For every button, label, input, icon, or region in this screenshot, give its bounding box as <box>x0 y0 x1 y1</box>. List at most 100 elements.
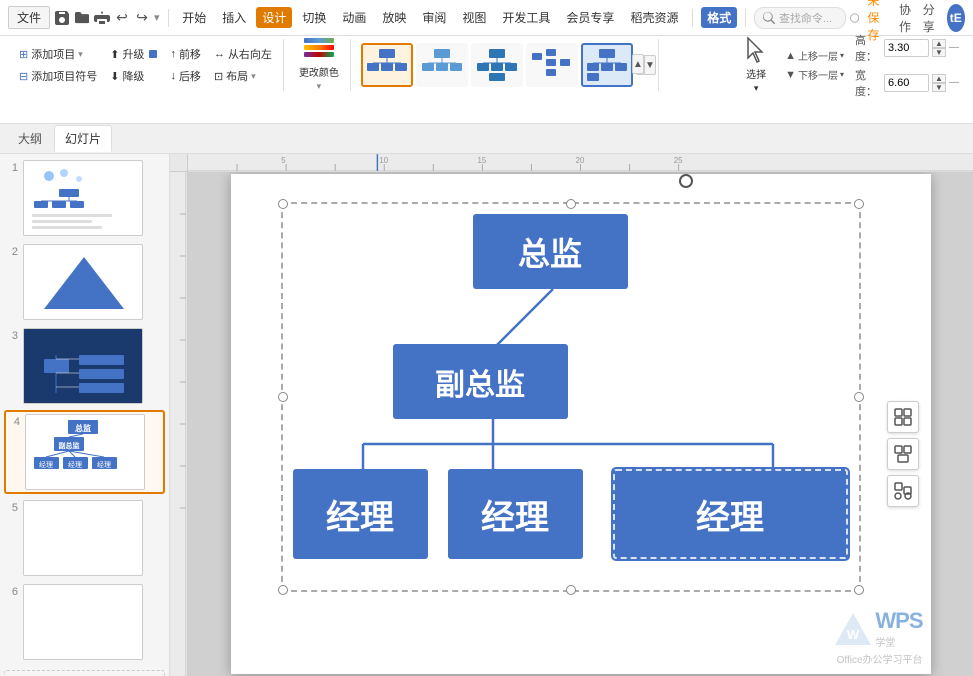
scroll-down-btn[interactable]: ▼ <box>644 55 656 75</box>
left-right-btn[interactable]: ↔ 从右向左 <box>209 44 277 64</box>
smartart-style-3[interactable] <box>471 43 523 87</box>
slide-thumb-3[interactable] <box>23 328 143 404</box>
cooperate-btn[interactable]: 协作 <box>899 1 915 35</box>
slide-item-3[interactable]: 3 <box>4 326 165 406</box>
scroll-up-btn[interactable]: ▲ <box>632 54 644 74</box>
view-tabs: 大纲 幻灯片 <box>0 124 973 154</box>
context-btn-3[interactable] <box>887 475 919 507</box>
handle-ml[interactable] <box>278 392 288 402</box>
share-btn[interactable]: 分享 <box>923 1 939 35</box>
context-btn-2[interactable] <box>887 438 919 470</box>
menu-view[interactable]: 视图 <box>456 7 492 28</box>
slide-panel: 1 <box>0 154 170 676</box>
upgrade-btn[interactable]: ⬆ 升级 <box>105 44 162 64</box>
open-icon-btn[interactable] <box>74 7 90 29</box>
move-up-layer-btn[interactable]: ▲ 上移一层 ▾ <box>782 47 847 64</box>
add-item-btn[interactable]: ⊞ 添加项目 ▾ <box>14 44 102 64</box>
layout-btn[interactable]: ⊡ 布局 ▾ <box>209 66 277 86</box>
svg-text:15: 15 <box>477 156 486 165</box>
slide-item-6[interactable]: 6 <box>4 582 165 662</box>
menu-insert[interactable]: 插入 <box>216 7 252 28</box>
handle-tl[interactable] <box>278 199 288 209</box>
smartart-style-1[interactable] <box>361 43 413 87</box>
smartart-scroll-up[interactable]: ▲ ▼ <box>636 55 652 75</box>
menu-switch[interactable]: 切换 <box>296 7 332 28</box>
move-up-btn[interactable]: ↑ 前移 <box>165 44 206 64</box>
print-icon-btn[interactable] <box>94 7 110 29</box>
rotation-handle[interactable] <box>679 174 693 188</box>
handle-tr[interactable] <box>854 199 864 209</box>
downgrade-btn[interactable]: ⬇ 降级 <box>105 66 162 86</box>
change-color-btn[interactable]: 更改颜色 ▾ <box>294 35 344 95</box>
slide-thumb-5[interactable] <box>23 500 143 576</box>
move-group: ↑ 前移 ↓ 后移 <box>165 44 206 86</box>
width-step-down[interactable]: ▼ <box>932 83 946 92</box>
menu-animate[interactable]: 动画 <box>336 7 372 28</box>
width-step-up[interactable]: ▲ <box>932 74 946 83</box>
slide-thumb-6[interactable] <box>23 584 143 660</box>
menu-template[interactable]: 稻壳资源 <box>624 7 684 28</box>
height-stepper: ▲ ▼ <box>932 39 946 57</box>
size-group: 高度： 3.30 ▲ ▼ — 宽度： 6.60 ▲ ▼ — <box>855 32 959 99</box>
node-jingli-3[interactable]: 经理 <box>613 469 848 559</box>
add-slide-btn[interactable]: + <box>4 670 165 676</box>
width-label: 宽度： <box>855 67 881 99</box>
move-down-layer-btn[interactable]: ▼ 下移一层 ▾ <box>782 66 847 83</box>
file-menu[interactable]: 文件 <box>8 6 50 29</box>
context-btn-1[interactable] <box>887 401 919 433</box>
redo-icon-btn[interactable]: ↪ <box>134 7 150 29</box>
node-jingli-1[interactable]: 经理 <box>293 469 428 559</box>
slide-number-2: 2 <box>6 244 18 258</box>
add-item-sym-btn[interactable]: ⊟ 添加项目符号 <box>14 66 102 86</box>
move-down-btn[interactable]: ↓ 后移 <box>165 66 206 86</box>
smartart-style-5[interactable] <box>581 43 633 87</box>
menu-play[interactable]: 放映 <box>376 7 412 28</box>
slide-canvas: 总监 副总监 经理 经理 经理 <box>231 174 931 674</box>
height-step-down[interactable]: ▼ <box>932 48 946 57</box>
smartart-style-4[interactable] <box>526 43 578 87</box>
search-box[interactable]: 查找命令... <box>754 7 846 29</box>
height-step-up[interactable]: ▲ <box>932 39 946 48</box>
slide-item-4[interactable]: 4 总监 副总监 经理 经理 经理 <box>4 410 165 494</box>
svg-text:总监: 总监 <box>75 423 91 433</box>
add-remove-group: ⊞ 添加项目 ▾ ⊟ 添加项目符号 <box>14 44 102 86</box>
save-icon-btn[interactable] <box>54 7 70 29</box>
menu-format[interactable]: 格式 <box>701 7 737 28</box>
node-fu-zongjan[interactable]: 副总监 <box>393 344 568 419</box>
select-btn[interactable]: 选择 ▾ <box>738 33 774 97</box>
slide-item-1[interactable]: 1 <box>4 158 165 238</box>
menu-start[interactable]: 开始 <box>176 7 212 28</box>
slide-thumb-1[interactable] <box>23 160 143 236</box>
height-input[interactable]: 3.30 <box>884 39 929 57</box>
org-chart-container[interactable]: 总监 副总监 经理 经理 经理 <box>281 202 861 592</box>
smartart-style-2[interactable] <box>416 43 468 87</box>
menu-design[interactable]: 设计 <box>256 7 292 28</box>
handle-bl[interactable] <box>278 585 288 595</box>
handle-br[interactable] <box>854 585 864 595</box>
search-placeholder: 查找命令... <box>779 10 832 26</box>
svg-text:副总监: 副总监 <box>59 441 80 450</box>
slide-item-2[interactable]: 2 <box>4 242 165 322</box>
menu-separator-2 <box>692 9 693 27</box>
slide-thumb-2[interactable] <box>23 244 143 320</box>
handle-tc[interactable] <box>566 199 576 209</box>
undo-icon-btn[interactable]: ↩ <box>114 7 130 29</box>
menu-review[interactable]: 审阅 <box>416 7 452 28</box>
menu-member[interactable]: 会员专享 <box>560 7 620 28</box>
user-avatar[interactable]: tE <box>947 4 965 32</box>
handle-bc[interactable] <box>566 585 576 595</box>
svg-text:5: 5 <box>281 156 286 165</box>
menu-dev[interactable]: 开发工具 <box>496 7 556 28</box>
slide-item-5[interactable]: 5 <box>4 498 165 578</box>
height-row: 高度： 3.30 ▲ ▼ — <box>855 32 959 64</box>
slide-thumb-4[interactable]: 总监 副总监 经理 经理 经理 <box>25 414 145 490</box>
node-zongjan[interactable]: 总监 <box>473 214 628 289</box>
handle-mr[interactable] <box>854 392 864 402</box>
width-input[interactable]: 6.60 <box>884 74 929 92</box>
level-group: ⬆ 升级 ⬇ 降级 <box>105 44 162 86</box>
tab-outline[interactable]: 大纲 <box>8 126 52 151</box>
tab-slide[interactable]: 幻灯片 <box>54 125 112 152</box>
wps-xuetang: 学堂 <box>875 634 922 649</box>
wps-text: WPS 学堂 <box>875 608 922 649</box>
node-jingli-2[interactable]: 经理 <box>448 469 583 559</box>
